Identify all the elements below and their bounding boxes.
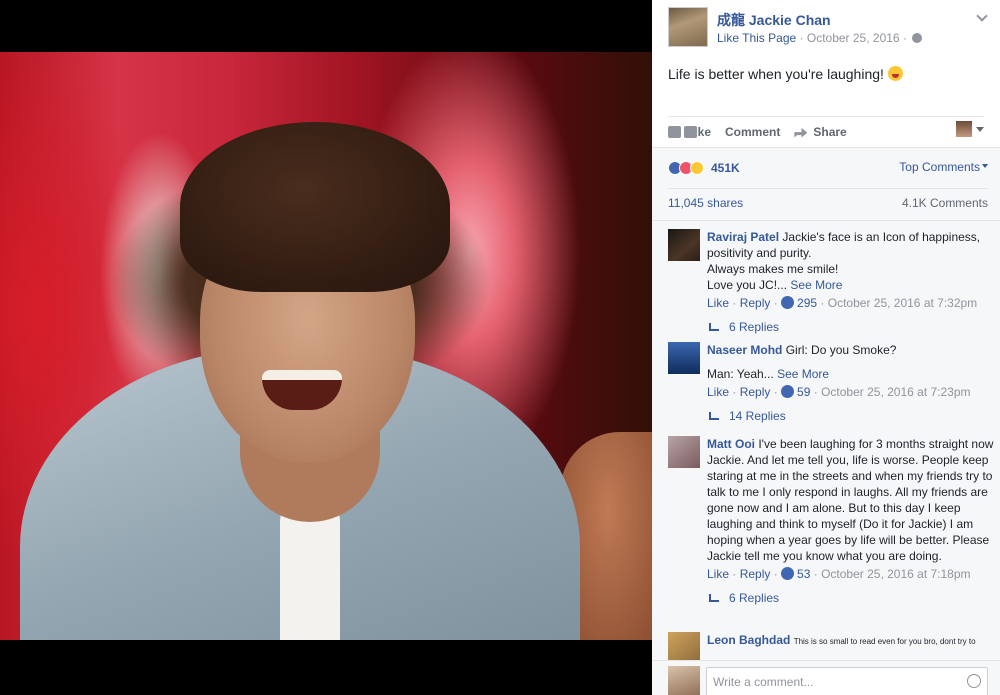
thumbs-up-icon [668, 125, 681, 138]
view-replies-link[interactable]: 6 Replies [709, 590, 997, 606]
comment-text-line: Man: Yeah... [707, 367, 774, 381]
commenter-avatar[interactable] [668, 436, 700, 468]
caret-down-icon [982, 164, 988, 168]
share-button[interactable]: Share [794, 124, 847, 139]
share-arrow-icon [794, 127, 808, 138]
feedback-panel: 451K Top Comments 11,045 shares 4.1K Com… [652, 147, 1000, 695]
comment-text-line: Always makes me smile! [707, 262, 839, 276]
comment-actions: Like · Reply · 59 · October 25, 2016 at … [707, 385, 971, 399]
comment-body: Naseer Mohd Girl: Do you Smoke? Man: Yea… [707, 342, 997, 424]
commenter-name[interactable]: Raviraj Patel [707, 230, 779, 244]
comment-body: Raviraj Patel Jackie's face is an Icon o… [707, 229, 997, 335]
post-text-body: Life is better when you're laughing! [668, 66, 884, 82]
commenter-avatar[interactable] [668, 632, 700, 660]
like-count-icon [781, 296, 795, 309]
viewer-identity-select[interactable] [956, 121, 984, 137]
caret-down-icon [976, 126, 984, 132]
comment-input[interactable] [706, 667, 988, 695]
shares-row: 11,045 shares 4.1K Comments [668, 188, 988, 216]
haha-reaction-icon[interactable] [690, 161, 704, 175]
comment-timestamp[interactable]: October 25, 2016 at 7:18pm [821, 567, 970, 581]
comment-actions: Like · Reply · 53 · October 25, 2016 at … [707, 567, 971, 581]
reaction-count[interactable]: 451K [711, 161, 740, 175]
like-count-icon [781, 567, 795, 580]
comment-text-line: Love you JC!... [707, 278, 788, 292]
photo-viewer [0, 0, 652, 695]
photo-hair-region [180, 122, 450, 292]
meta-separator-2: · [902, 31, 907, 45]
replies-count: 6 Replies [729, 591, 780, 605]
comment-composer [652, 660, 1000, 695]
chevron-down-icon[interactable] [976, 10, 988, 22]
reply-arrow-icon [709, 594, 719, 602]
commenter-name[interactable]: Naseer Mohd [707, 343, 782, 357]
post-date[interactable]: October 25, 2016 [807, 31, 900, 45]
comment-actions: Like · Reply · 295 · October 25, 2016 at… [707, 296, 978, 310]
page-avatar[interactable] [668, 7, 708, 47]
like-count-icon [781, 385, 795, 398]
post-actions-bar: Like Comment Share [668, 116, 984, 146]
reply-arrow-icon [709, 323, 719, 331]
comment-like-link[interactable]: Like [707, 385, 729, 399]
see-more-link[interactable]: See More [777, 367, 829, 381]
post-meta: Like This Page · October 25, 2016 · [717, 31, 923, 45]
post-header: 成龍 Jackie Chan Like This Page · October … [652, 0, 1000, 52]
comment-button-label: Comment [725, 124, 781, 139]
comment-button[interactable]: Comment [684, 124, 781, 139]
view-replies-link[interactable]: 14 Replies [709, 408, 997, 424]
comments-list: Raviraj Patel Jackie's face is an Icon o… [652, 220, 1000, 660]
comment-text-line: Girl: Do you Smoke? [785, 343, 897, 357]
comment-reply-link[interactable]: Reply [740, 296, 771, 310]
comment-timestamp[interactable]: October 25, 2016 at 7:32pm [828, 296, 977, 310]
reactions-row: 451K Top Comments [668, 158, 988, 178]
top-comments-dropdown[interactable]: Top Comments [899, 160, 988, 174]
comment-like-link[interactable]: Like [707, 296, 729, 310]
shares-link[interactable]: 11,045 shares [668, 196, 743, 210]
comment-like-count[interactable]: 59 [797, 385, 810, 399]
replies-count: 14 Replies [729, 409, 786, 423]
comments-count[interactable]: 4.1K Comments [902, 196, 988, 210]
current-user-avatar [668, 666, 700, 695]
comment-text-line: I've been laughing for 3 months straight… [707, 437, 994, 563]
globe-icon [912, 33, 923, 43]
viewer-avatar [956, 121, 972, 137]
commenter-avatar[interactable] [668, 229, 700, 261]
view-replies-link[interactable]: 6 Replies [709, 319, 997, 335]
commenter-name[interactable]: Matt Ooi [707, 437, 755, 451]
reply-arrow-icon [709, 412, 719, 420]
comment-timestamp[interactable]: October 25, 2016 at 7:23pm [821, 385, 970, 399]
comment-like-link[interactable]: Like [707, 567, 729, 581]
share-button-label: Share [813, 124, 847, 139]
comment-text-line: This is so small to read even for you br… [793, 637, 976, 646]
post-text: Life is better when you're laughing! [668, 66, 903, 82]
commenter-name[interactable]: Leon Baghdad [707, 633, 790, 647]
comment-reply-link[interactable]: Reply [740, 567, 771, 581]
smiley-icon[interactable] [967, 674, 981, 688]
meta-separator: · [799, 31, 804, 45]
comment-body: Matt Ooi I've been laughing for 3 months… [707, 436, 997, 606]
see-more-link[interactable]: See More [790, 278, 842, 292]
comment-like-count[interactable]: 295 [797, 296, 817, 310]
post-photo[interactable] [0, 52, 652, 640]
comment-icon [684, 125, 697, 138]
comment-body: Leon Baghdad This is so small to read ev… [707, 632, 997, 650]
post-sidebar: 成龍 Jackie Chan Like This Page · October … [652, 0, 1000, 695]
replies-count: 6 Replies [729, 320, 780, 334]
comment-like-count[interactable]: 53 [797, 567, 810, 581]
laughing-emoji-icon [887, 66, 903, 81]
like-page-link[interactable]: Like This Page [717, 31, 796, 45]
comment-reply-link[interactable]: Reply [740, 385, 771, 399]
top-comments-label: Top Comments [899, 160, 980, 174]
commenter-avatar[interactable] [668, 342, 700, 374]
page-name-link[interactable]: 成龍 Jackie Chan [717, 10, 831, 30]
